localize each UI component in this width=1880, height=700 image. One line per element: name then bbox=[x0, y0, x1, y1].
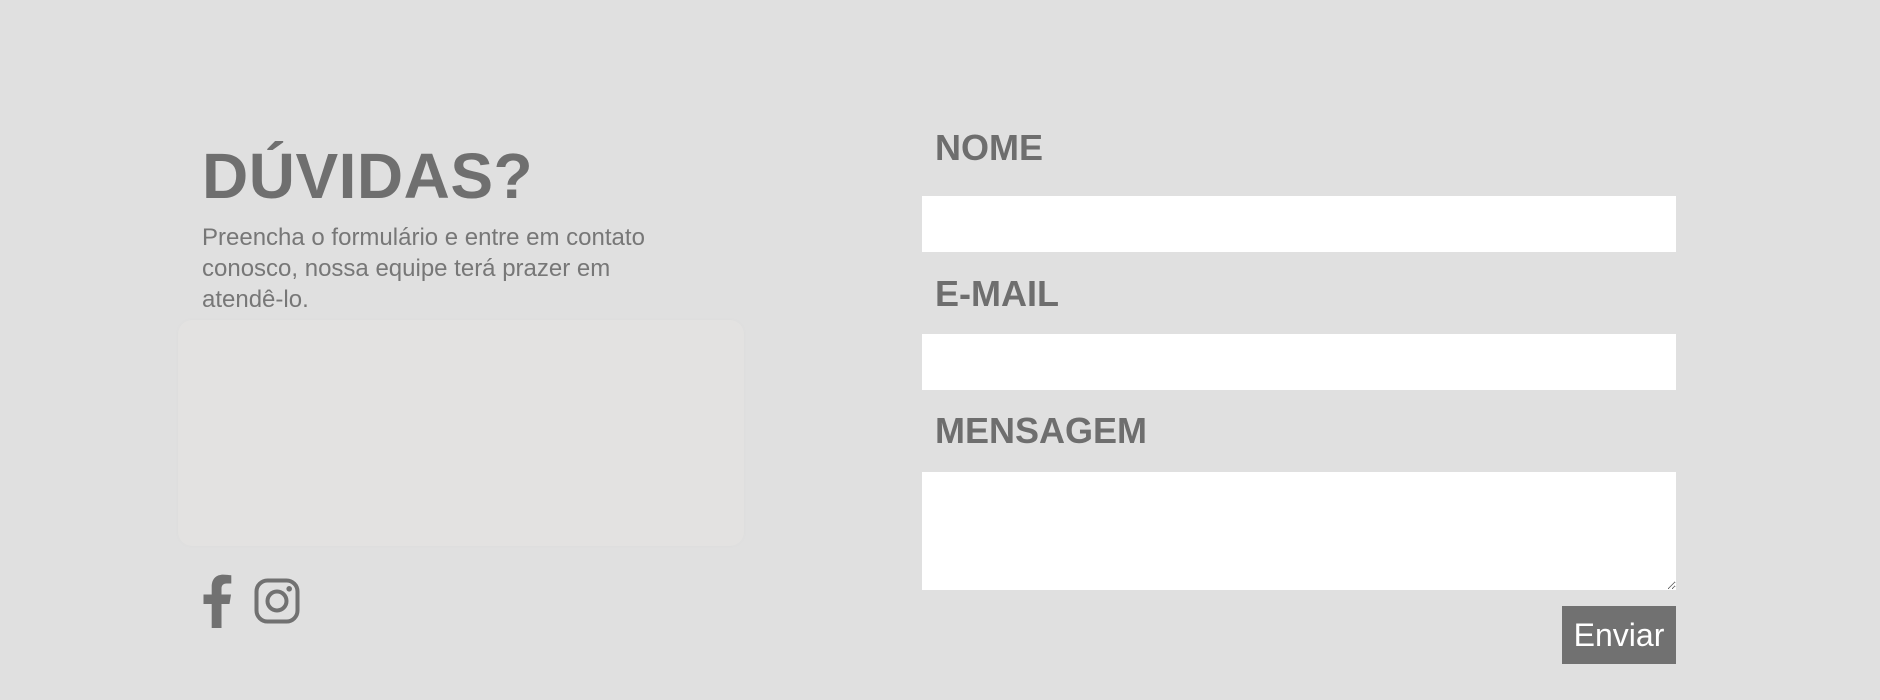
page-title: DÚVIDAS? bbox=[202, 140, 534, 212]
send-button[interactable]: Enviar bbox=[1562, 606, 1676, 664]
message-textarea[interactable] bbox=[922, 472, 1676, 590]
submit-row: Enviar bbox=[922, 606, 1676, 664]
instagram-icon bbox=[254, 578, 300, 624]
map-placeholder bbox=[178, 320, 744, 546]
contact-description: Preencha o formulário e entre em contato… bbox=[202, 224, 645, 313]
facebook-link[interactable] bbox=[202, 574, 232, 633]
name-label: NOME bbox=[935, 127, 1043, 168]
message-label: MENSAGEM bbox=[935, 410, 1148, 451]
social-links bbox=[202, 574, 300, 633]
contact-intro: DÚVIDAS? Preencha o formulário e entre e… bbox=[202, 140, 662, 315]
facebook-icon bbox=[203, 574, 232, 628]
email-input[interactable] bbox=[922, 334, 1676, 390]
instagram-link[interactable] bbox=[254, 578, 300, 629]
contact-form: NOME E-MAIL MENSAGEM Enviar bbox=[922, 128, 1676, 664]
email-label: E-MAIL bbox=[935, 273, 1059, 314]
name-input[interactable] bbox=[922, 196, 1676, 252]
